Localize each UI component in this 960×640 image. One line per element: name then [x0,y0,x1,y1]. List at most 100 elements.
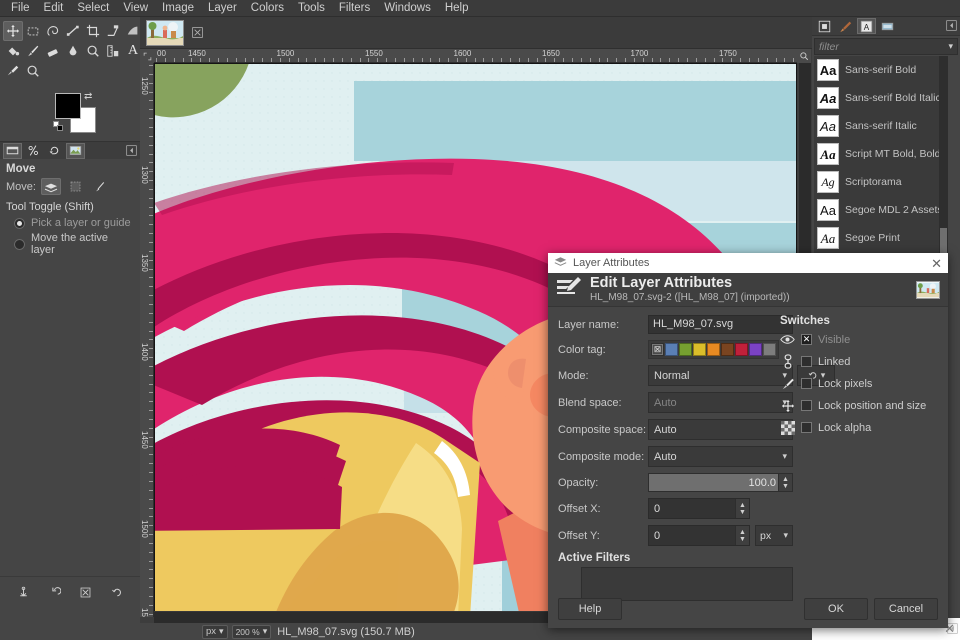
color-tag-2[interactable] [679,343,692,356]
anchor-icon[interactable] [17,586,30,599]
menu-image[interactable]: Image [155,0,201,16]
checkbox-unchecked[interactable] [801,356,812,367]
crop-tool[interactable] [83,21,103,41]
switch-linked[interactable]: Linked [780,354,940,369]
mode-dropdown[interactable]: Normal ▾ [648,365,793,386]
color-picker-tool[interactable] [3,61,23,81]
move-path-icon[interactable] [91,178,111,195]
close-icon[interactable]: ✕ [931,257,942,270]
font-list[interactable]: AaSans-serif BoldAaSans-serif Bold Itali… [814,56,948,264]
checkbox-unchecked[interactable] [801,400,812,411]
offset-x-input[interactable]: 0 ▲▼ [648,498,750,519]
offset-unit-dropdown[interactable]: px ▾ [755,525,793,546]
color-tag-3[interactable] [693,343,706,356]
checkbox-checked[interactable]: ✕ [801,334,812,345]
transform-tool[interactable] [103,21,123,41]
measure-tool[interactable] [103,41,123,61]
paths-tool[interactable] [63,21,83,41]
menu-filters[interactable]: Filters [332,0,377,16]
eraser-tool[interactable] [43,41,63,61]
patterns-tab[interactable] [815,18,834,34]
font-list-item[interactable]: AgScriptorama [814,168,948,196]
image-tab-close-icon[interactable] [188,23,207,42]
font-list-scrollbar[interactable] [939,56,948,264]
opacity-slider[interactable]: 100.0 ▲▼ [648,473,793,492]
color-tag-none[interactable]: ⊠ [651,343,664,356]
fonts-tab[interactable]: A [857,18,876,34]
color-tag-5[interactable] [721,343,734,356]
image-tab-thumbnail[interactable] [146,20,184,46]
menu-select[interactable]: Select [70,0,116,16]
undo-icon[interactable] [48,586,61,599]
color-tag-7[interactable] [749,343,762,356]
font-list-item[interactable]: AaSans-serif Italic [814,112,948,140]
font-list-item[interactable]: AaScript MT Bold, Bold [814,140,948,168]
offset-y-spinner[interactable]: ▲▼ [735,526,749,545]
document-history-tab[interactable] [878,18,897,34]
offset-y-input[interactable]: 0 ▲▼ [648,525,750,546]
swap-colors-icon[interactable]: ⇄ [84,91,92,102]
switch-visible[interactable]: ✕ Visible [780,332,940,347]
composite-mode-dropdown[interactable]: Auto ▾ [648,446,793,467]
tab-tool-options[interactable] [3,143,22,159]
offset-x-spinner[interactable]: ▲▼ [735,499,749,518]
color-tag-6[interactable] [735,343,748,356]
dialog-title-bar[interactable]: Layer Attributes ✕ [548,253,948,273]
smudge-tool[interactable] [83,41,103,61]
tab-device-status[interactable] [24,143,43,159]
rectangle-select-tool[interactable] [23,21,43,41]
free-select-tool[interactable] [43,21,63,41]
foreground-color-swatch[interactable] [55,93,81,119]
menu-windows[interactable]: Windows [377,0,438,16]
switch-lock-alpha[interactable]: Lock alpha [780,420,940,435]
checkbox-unchecked[interactable] [801,422,812,433]
ok-button[interactable]: OK [804,598,868,620]
font-list-item[interactable]: AaSans-serif Bold [814,56,948,84]
composite-space-dropdown[interactable]: Auto ▾ [648,419,793,440]
menu-layer[interactable]: Layer [201,0,244,16]
radio-move-active-layer[interactable]: Move the active layer [14,232,134,256]
color-tag-8[interactable] [763,343,776,356]
ruler-corner-icon[interactable] [140,49,154,63]
font-list-item[interactable]: AaSegoe MDL 2 Assets [814,196,948,224]
font-filter-bar[interactable]: filter ▾ [814,38,958,55]
menu-tools[interactable]: Tools [291,0,332,16]
zoom-tool[interactable] [23,61,43,81]
move-layer-icon[interactable] [41,178,61,195]
bucket-fill-tool[interactable] [3,41,23,61]
menu-colors[interactable]: Colors [244,0,291,16]
vertical-ruler[interactable]: 1250130013501400145015001550 [140,63,154,617]
tab-images[interactable] [66,143,85,159]
blend-space-dropdown[interactable]: Auto ▾ [648,392,793,413]
radio-pick-layer-or-guide[interactable]: Pick a layer or guide [14,217,134,229]
help-button[interactable]: Help [558,598,622,620]
dock-menu-icon[interactable] [947,623,958,637]
tab-undo-history[interactable] [45,143,64,159]
menu-help[interactable]: Help [438,0,476,16]
delete-icon[interactable] [79,586,92,599]
unit-selector[interactable]: px ▾ [202,625,228,639]
switch-lock-pixels[interactable]: Lock pixels [780,376,940,391]
cancel-button[interactable]: Cancel [874,598,938,620]
font-list-item[interactable]: AaSans-serif Bold Italic [814,84,948,112]
checkbox-unchecked[interactable] [801,378,812,389]
horizontal-ruler[interactable]: 0014501500155016001650170017501800 [154,49,797,63]
move-selection-icon[interactable] [66,178,86,195]
opacity-spinner[interactable]: ▲▼ [778,474,792,491]
layer-name-input[interactable]: HL_M98_07.svg [648,315,793,334]
paintbrush-tool[interactable] [23,41,43,61]
menu-file[interactable]: File [4,0,37,16]
blur-tool[interactable] [63,41,83,61]
font-list-item[interactable]: AaSegoe Print [814,224,948,252]
switch-lock-position-size[interactable]: Lock position and size [780,398,940,413]
color-tag-1[interactable] [665,343,678,356]
zoom-selector[interactable]: 200 % ▾ [232,625,272,639]
menu-view[interactable]: View [116,0,155,16]
reset-icon[interactable] [110,586,123,599]
chevron-down-icon[interactable]: ▾ [948,41,953,52]
menu-edit[interactable]: Edit [37,0,71,16]
canvas-zoom-fit-icon[interactable] [797,49,811,63]
move-tool[interactable] [3,21,23,41]
brushes-tab[interactable] [836,18,855,34]
color-tag-4[interactable] [707,343,720,356]
